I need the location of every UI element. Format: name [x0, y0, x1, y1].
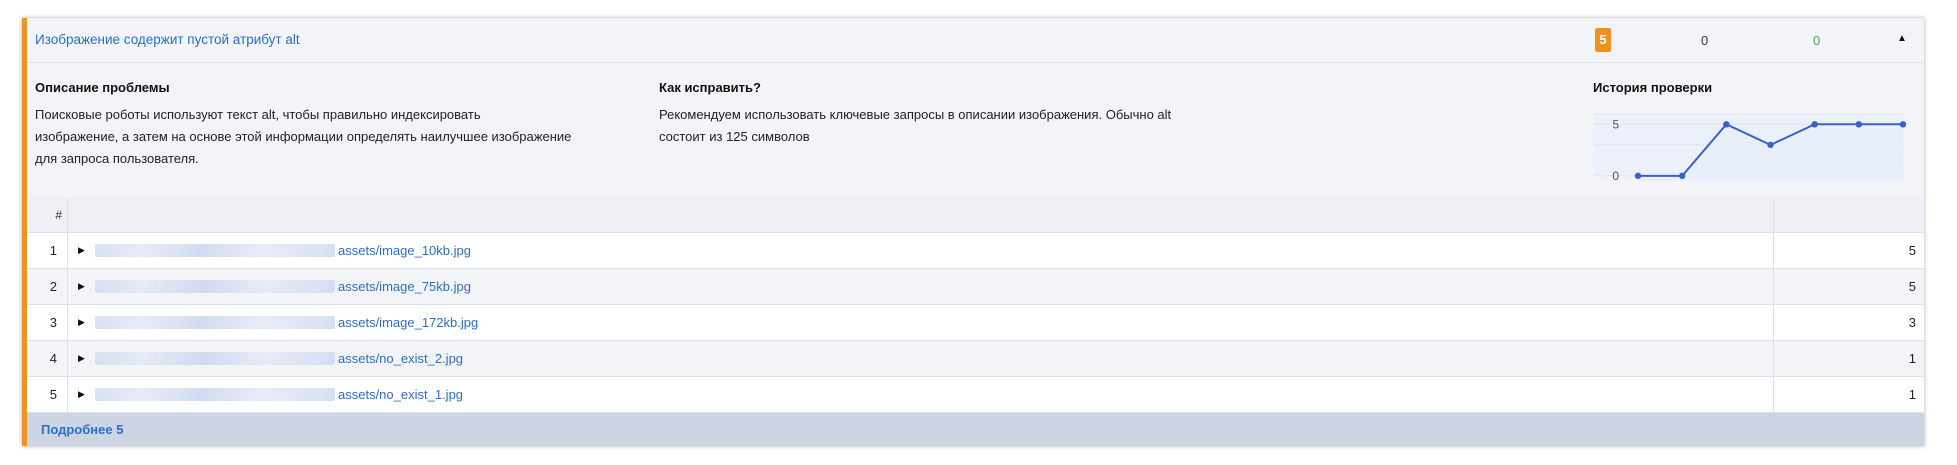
column-divider — [1773, 305, 1774, 340]
column-divider — [67, 269, 68, 304]
chevron-right-icon[interactable]: ▶ — [78, 233, 85, 268]
more-footer: Подробнее 5 — [27, 413, 1924, 446]
table-header: # — [27, 198, 1924, 233]
table-row: 4 ▶ assets/no_exist_2.jpg 1 — [27, 341, 1924, 377]
table-row: 1 ▶ assets/image_10kb.jpg 5 — [27, 233, 1924, 269]
description-text: Поисковые роботы используют текст alt, ч… — [35, 104, 571, 170]
description-line: для запроса пользователя. — [35, 151, 199, 166]
occurrence-count: 5 — [1908, 279, 1916, 294]
resource-link[interactable]: assets/no_exist_2.jpg — [338, 341, 463, 376]
row-number: 2 — [49, 279, 57, 294]
redacted-domain — [95, 388, 335, 401]
num-column-header: # — [55, 208, 62, 222]
warnings-count: 0 — [1701, 33, 1709, 48]
issue-title[interactable]: Изображение содержит пустой атрибут alt — [35, 32, 300, 47]
table-row: 2 ▶ assets/image_75kb.jpg 5 — [27, 269, 1924, 305]
column-divider — [1773, 233, 1774, 268]
occurrence-count: 1 — [1908, 351, 1916, 366]
table-row: 5 ▶ assets/no_exist_1.jpg 1 — [27, 377, 1924, 413]
row-number: 1 — [49, 243, 57, 258]
issue-panel: Изображение содержит пустой атрибут alt … — [22, 18, 1924, 446]
resource-link[interactable]: assets/image_10kb.jpg — [338, 233, 471, 268]
column-divider — [1773, 341, 1774, 376]
chart-point — [1855, 121, 1863, 128]
chevron-right-icon[interactable]: ▶ — [78, 305, 85, 340]
row-number: 3 — [49, 315, 57, 330]
more-link[interactable]: Подробнее 5 — [41, 422, 123, 437]
chart-point — [1678, 172, 1686, 180]
fix-line: Рекомендуем использовать ключевые запрос… — [659, 107, 1172, 122]
chart-tick-label: 5 — [1612, 117, 1619, 131]
occurrence-count: 1 — [1908, 387, 1916, 402]
history-heading: История проверки — [1593, 80, 1713, 95]
column-divider — [1773, 198, 1774, 232]
column-divider — [67, 305, 68, 340]
chart-point — [1811, 121, 1818, 128]
resource-link[interactable]: assets/image_172kb.jpg — [338, 305, 478, 340]
chevron-right-icon[interactable]: ▶ — [78, 341, 85, 376]
description-line: изображение, а затем на основе этой инфо… — [35, 129, 572, 144]
fix-text: Рекомендуем использовать ключевые запрос… — [659, 104, 1171, 148]
chevron-right-icon[interactable]: ▶ — [78, 377, 85, 412]
row-number: 5 — [49, 387, 57, 402]
resource-link[interactable]: assets/image_75kb.jpg — [338, 269, 471, 304]
issue-header[interactable]: Изображение содержит пустой атрибут alt … — [27, 18, 1924, 63]
fix-line: состоит из 125 символов — [659, 129, 810, 144]
occurrence-count: 5 — [1908, 243, 1916, 258]
chart-point — [1723, 121, 1730, 128]
column-divider — [67, 377, 68, 412]
redacted-domain — [95, 352, 335, 365]
column-divider — [1773, 377, 1774, 412]
resource-link[interactable]: assets/no_exist_1.jpg — [338, 377, 463, 412]
chart-point — [1767, 141, 1774, 149]
description-heading: Описание проблемы — [35, 80, 170, 95]
history-chart: 50 — [1593, 113, 1907, 183]
chart-point — [1899, 121, 1907, 128]
results-table: # 1 ▶ assets/image_10kb.jpg 5 2 ▶ assets/image… — [27, 198, 1924, 413]
row-number: 4 — [49, 351, 57, 366]
redacted-domain — [95, 316, 335, 329]
chart-point — [1634, 172, 1642, 180]
table-row: 3 ▶ assets/image_172kb.jpg 3 — [27, 305, 1924, 341]
ok-count: 0 — [1813, 33, 1821, 48]
chevron-right-icon[interactable]: ▶ — [78, 269, 85, 304]
fix-heading: Как исправить? — [659, 80, 761, 95]
occurrence-count: 3 — [1908, 315, 1916, 330]
redacted-domain — [95, 280, 335, 293]
chart-tick-label: 0 — [1612, 169, 1619, 183]
column-divider — [67, 341, 68, 376]
redacted-domain — [95, 244, 335, 257]
column-divider — [1773, 269, 1774, 304]
errors-count-badge: 5 — [1595, 28, 1611, 52]
description-line: Поисковые роботы используют текст alt, ч… — [35, 107, 481, 122]
column-divider — [67, 198, 68, 232]
column-divider — [67, 233, 68, 268]
chevron-up-icon[interactable]: ▲ — [1897, 33, 1907, 44]
table-body: 1 ▶ assets/image_10kb.jpg 5 2 ▶ assets/image_7… — [27, 233, 1924, 413]
